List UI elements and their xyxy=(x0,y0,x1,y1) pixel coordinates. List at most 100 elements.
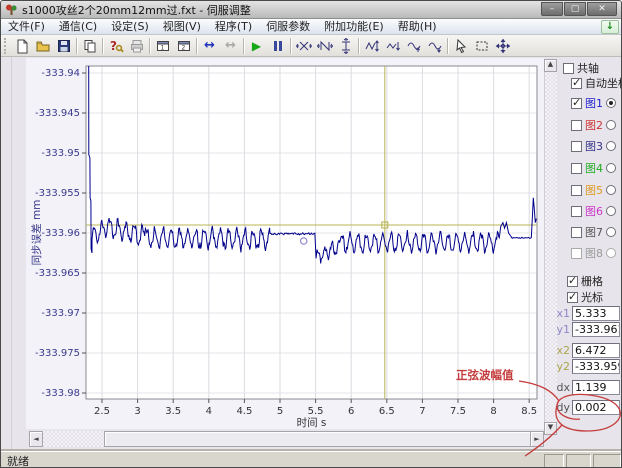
svg-text:-333.94: -333.94 xyxy=(41,68,80,79)
plot1-label: 图1 xyxy=(585,95,603,111)
plot2-checkbox[interactable] xyxy=(571,120,582,131)
menu-communication[interactable]: 通信(C) xyxy=(52,19,104,35)
x2-input[interactable]: 6.472 xyxy=(572,343,620,358)
svg-text:2.5: 2.5 xyxy=(94,406,110,417)
right-arrow-icon: ► xyxy=(534,435,539,443)
menu-servo-params[interactable]: 伺服参数 xyxy=(259,19,317,35)
start-sampling-button[interactable]: ▶ xyxy=(246,36,267,56)
svg-text:-333.945: -333.945 xyxy=(35,108,80,119)
right-panel-scrollbar[interactable] xyxy=(544,59,557,435)
coaxial-checkbox[interactable] xyxy=(563,63,574,74)
svg-text:4: 4 xyxy=(206,406,212,417)
y2-input[interactable]: -333.959 xyxy=(572,359,620,374)
zoom-fit-all-button[interactable] xyxy=(293,36,314,56)
svg-text:时间 s: 时间 s xyxy=(297,416,327,429)
plot5-radio[interactable] xyxy=(606,185,616,195)
chart-panel[interactable]: -333.94-333.945-333.95-333.955-333.96-33… xyxy=(26,58,544,429)
auto-axis-checkbox[interactable] xyxy=(571,78,582,89)
window-view-2-button[interactable]: 2 xyxy=(173,36,194,56)
svg-text:6: 6 xyxy=(348,406,354,417)
plot6-radio[interactable] xyxy=(606,206,616,216)
toolbar-separator xyxy=(76,38,77,54)
plot4-checkbox[interactable] xyxy=(571,163,582,174)
menu-settings[interactable]: 设定(S) xyxy=(104,19,156,35)
menu-file[interactable]: 文件(F) xyxy=(1,19,52,35)
menu-extra-functions[interactable]: 附加功能(E) xyxy=(317,19,391,35)
minimize-button[interactable]: – xyxy=(541,2,563,16)
plot5-checkbox[interactable] xyxy=(571,185,582,196)
toolbar-separator xyxy=(196,38,197,54)
app-icon xyxy=(5,3,18,16)
plot6-checkbox[interactable] xyxy=(571,206,582,217)
save-file-button[interactable] xyxy=(53,36,74,56)
dx-label: dx xyxy=(554,381,570,394)
menu-program[interactable]: 程序(T) xyxy=(208,19,259,35)
zoom-fit-x-button[interactable] xyxy=(314,36,335,56)
scroll-down-button[interactable]: ▼ xyxy=(544,422,557,435)
client-area: -333.94-333.945-333.95-333.955-333.96-33… xyxy=(1,57,622,451)
zoom-fit-x-icon xyxy=(317,38,333,54)
plot8-radio[interactable] xyxy=(606,248,616,258)
help-key-button[interactable]: ? xyxy=(105,36,126,56)
shift-down-y-button[interactable] xyxy=(424,36,445,56)
dx-input[interactable]: 1.139 xyxy=(572,380,620,395)
new-file-icon xyxy=(14,38,30,54)
svg-text:-333.955: -333.955 xyxy=(35,188,80,199)
copy-button[interactable] xyxy=(79,36,100,56)
auto-axis-row: 自动坐标 xyxy=(571,75,622,91)
status-bar: 就绪 xyxy=(1,451,622,468)
plot4-radio[interactable] xyxy=(606,163,616,173)
new-file-button[interactable] xyxy=(11,36,32,56)
pointer-tool-button[interactable] xyxy=(450,36,471,56)
menu-view[interactable]: 视图(V) xyxy=(156,19,208,35)
maximize-button[interactable]: ▢ xyxy=(564,2,586,16)
scroll-up-button[interactable]: ▲ xyxy=(544,59,557,72)
print-button[interactable] xyxy=(126,36,147,56)
coaxial-label: 共轴 xyxy=(577,60,599,76)
toolbar-separator xyxy=(149,38,150,54)
disconnect-icon: ↔ xyxy=(225,39,236,52)
toolbar-separator xyxy=(102,38,103,54)
scroll-right-button[interactable]: ► xyxy=(530,431,544,447)
select-region-tool-button[interactable] xyxy=(471,36,492,56)
dy-input[interactable]: 0.002 xyxy=(572,400,620,415)
plot8-checkbox[interactable] xyxy=(571,248,582,259)
svg-text:8: 8 xyxy=(490,406,496,417)
y1-input[interactable]: -333.961 xyxy=(572,322,620,337)
y1-label: y1 xyxy=(554,323,570,336)
close-button[interactable]: ✕ xyxy=(587,2,617,16)
plot2-radio[interactable] xyxy=(606,120,616,130)
window-view-1-button[interactable]: 1 xyxy=(152,36,173,56)
x1-input[interactable]: 5.333 xyxy=(572,306,620,321)
scale-up-y-button[interactable] xyxy=(361,36,382,56)
connect-button[interactable]: ↔ xyxy=(199,36,220,56)
plot5-label: 图5 xyxy=(585,182,603,198)
pan-tool-button[interactable] xyxy=(492,36,513,56)
open-file-button[interactable] xyxy=(32,36,53,56)
plot1-radio[interactable] xyxy=(606,98,616,108)
horizontal-scrollbar-thumb[interactable] xyxy=(104,431,534,447)
waveform-chart[interactable]: -333.94-333.945-333.95-333.955-333.96-33… xyxy=(26,58,544,429)
cursor-row: 光标 xyxy=(567,289,603,305)
chart-horizontal-scrollbar[interactable] xyxy=(29,431,544,447)
cursor-checkbox[interactable] xyxy=(567,292,578,303)
shift-up-y-button[interactable] xyxy=(403,36,424,56)
svg-text:-333.95: -333.95 xyxy=(41,148,80,159)
plot1-checkbox[interactable] xyxy=(571,98,582,109)
scale-down-y-button[interactable] xyxy=(382,36,403,56)
menu-help[interactable]: 帮助(H) xyxy=(391,19,444,35)
save-icon xyxy=(56,38,72,54)
status-text: 就绪 xyxy=(7,453,29,468)
plot3-radio[interactable] xyxy=(606,141,616,151)
scroll-left-button[interactable]: ◄ xyxy=(29,431,43,447)
pause-sampling-button[interactable] xyxy=(267,36,288,56)
x1-label: x1 xyxy=(554,307,570,320)
plot7-radio[interactable] xyxy=(606,227,616,237)
plot3-checkbox[interactable] xyxy=(571,141,582,152)
plot7-checkbox[interactable] xyxy=(571,227,582,238)
menu-overflow-button[interactable]: ↓ xyxy=(601,20,619,34)
zoom-fit-y-button[interactable] xyxy=(335,36,356,56)
grid-checkbox[interactable] xyxy=(567,276,578,287)
zoom-fit-y-icon xyxy=(338,38,354,54)
disconnect-button[interactable]: ↔ xyxy=(220,36,241,56)
